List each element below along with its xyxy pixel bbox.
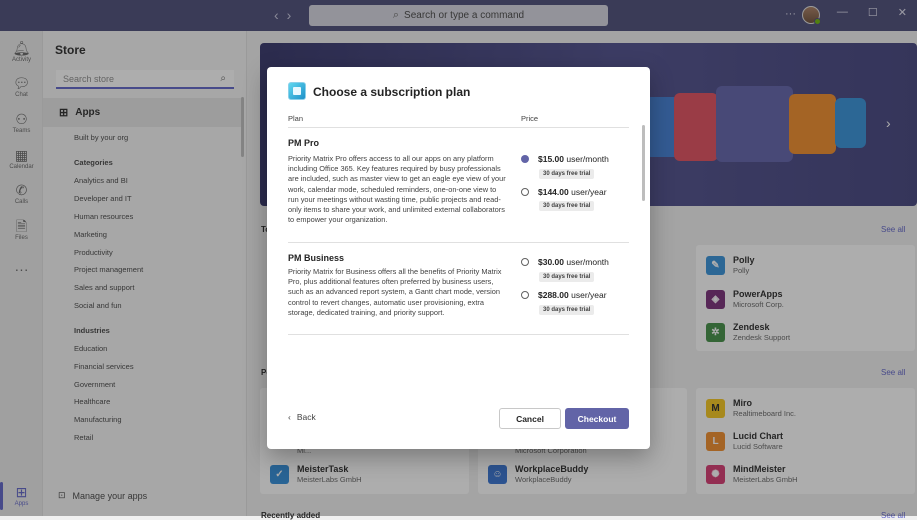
trial-badge: 30 days free trial	[539, 169, 595, 179]
subscription-plan-dialog: Choose a subscription plan Plan Price PM…	[267, 67, 650, 449]
trial-badge: 30 days free trial	[539, 305, 595, 315]
divider	[288, 334, 629, 335]
back-button[interactable]: ‹ Back	[288, 412, 316, 422]
trial-badge: 30 days free trial	[539, 272, 595, 282]
radio-unselected[interactable]	[521, 258, 529, 266]
checkout-button[interactable]: Checkout	[565, 408, 629, 429]
dialog-scrollbar[interactable]	[642, 125, 645, 201]
price-option[interactable]: $144.00 user/year	[521, 187, 607, 197]
plan-description: Priority Matrix Pro offers access to all…	[288, 154, 506, 225]
chevron-left-icon: ‹	[288, 412, 291, 422]
plan-name: PM Pro	[288, 138, 320, 148]
cancel-button[interactable]: Cancel	[499, 408, 561, 429]
price-option[interactable]: $288.00 user/year	[521, 290, 607, 300]
plan-name: PM Business	[288, 253, 345, 263]
radio-unselected[interactable]	[521, 188, 529, 196]
trial-badge: 30 days free trial	[539, 201, 595, 211]
column-header-price: Price	[521, 114, 539, 123]
price-option[interactable]: $15.00 user/month	[521, 154, 609, 164]
column-header-plan: Plan	[288, 114, 304, 123]
price-option[interactable]: $30.00 user/month	[521, 257, 609, 267]
radio-unselected[interactable]	[521, 291, 529, 299]
plan-description: Priority Matrix for Business offers all …	[288, 267, 502, 317]
priority-matrix-logo-icon	[288, 82, 306, 100]
dialog-title: Choose a subscription plan	[313, 85, 471, 99]
divider	[288, 242, 629, 243]
radio-selected[interactable]	[521, 155, 529, 163]
divider	[288, 127, 629, 128]
